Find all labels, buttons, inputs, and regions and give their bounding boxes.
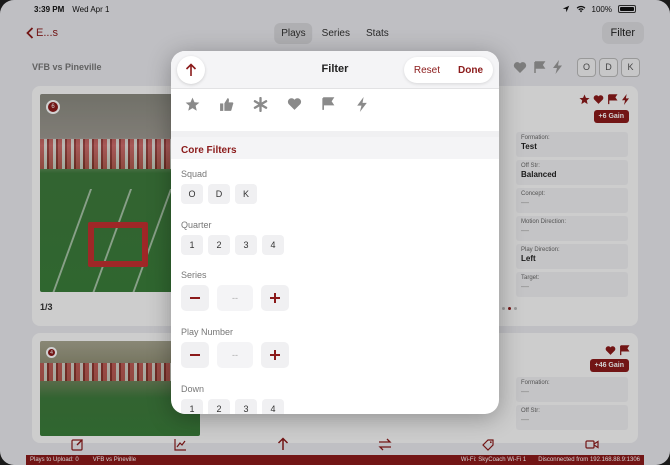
quarter-3-chip[interactable]: 3: [235, 235, 257, 255]
series-increment-button[interactable]: [261, 285, 289, 311]
down-2-chip[interactable]: 2: [208, 399, 230, 414]
heart-icon[interactable]: [285, 95, 303, 113]
down-1-chip[interactable]: 1: [181, 399, 203, 414]
series-value[interactable]: --: [217, 285, 253, 311]
plus-icon: [270, 350, 280, 360]
squad-k-chip[interactable]: K: [235, 184, 257, 204]
play-number-decrement-button[interactable]: [181, 342, 209, 368]
play-number-value[interactable]: --: [217, 342, 253, 368]
filter-header: Filter Reset Done: [171, 51, 499, 89]
filter-actions: Reset Done: [403, 57, 493, 83]
reset-button[interactable]: Reset: [414, 65, 440, 76]
squad-label: Squad: [181, 169, 208, 179]
down-chips: 1 2 3 4: [181, 399, 284, 414]
quarter-chips: 1 2 3 4: [181, 235, 284, 255]
thumbs-up-icon[interactable]: [217, 95, 235, 113]
asterisk-icon[interactable]: [251, 95, 269, 113]
ipad-screen: 3:39 PM Wed Apr 1 100% E...s Plays Serie…: [0, 0, 670, 465]
squad-o-chip[interactable]: O: [181, 184, 203, 204]
quarter-1-chip[interactable]: 1: [181, 235, 203, 255]
plus-icon: [270, 293, 280, 303]
minus-icon: [190, 354, 200, 356]
down-label: Down: [181, 384, 205, 394]
quarter-4-chip[interactable]: 4: [262, 235, 284, 255]
quarter-label: Quarter: [181, 220, 212, 230]
done-button[interactable]: Done: [458, 65, 483, 76]
core-filters-heading: Core Filters: [171, 137, 499, 159]
play-number-stepper: --: [181, 342, 289, 368]
squad-d-chip[interactable]: D: [208, 184, 230, 204]
down-4-chip[interactable]: 4: [262, 399, 284, 414]
down-3-chip[interactable]: 3: [235, 399, 257, 414]
series-decrement-button[interactable]: [181, 285, 209, 311]
flag-icon[interactable]: [319, 95, 337, 113]
star-icon[interactable]: [183, 95, 201, 113]
series-stepper: --: [181, 285, 289, 311]
series-label: Series: [181, 270, 207, 280]
filter-popover: Filter Reset Done Core Filters Squad O D…: [171, 51, 499, 414]
minus-icon: [190, 297, 200, 299]
quarter-2-chip[interactable]: 2: [208, 235, 230, 255]
quick-tag-filters: [183, 95, 371, 113]
play-number-label: Play Number: [181, 327, 234, 337]
squad-chips: O D K: [181, 184, 257, 204]
bolt-icon[interactable]: [353, 95, 371, 113]
play-number-increment-button[interactable]: [261, 342, 289, 368]
